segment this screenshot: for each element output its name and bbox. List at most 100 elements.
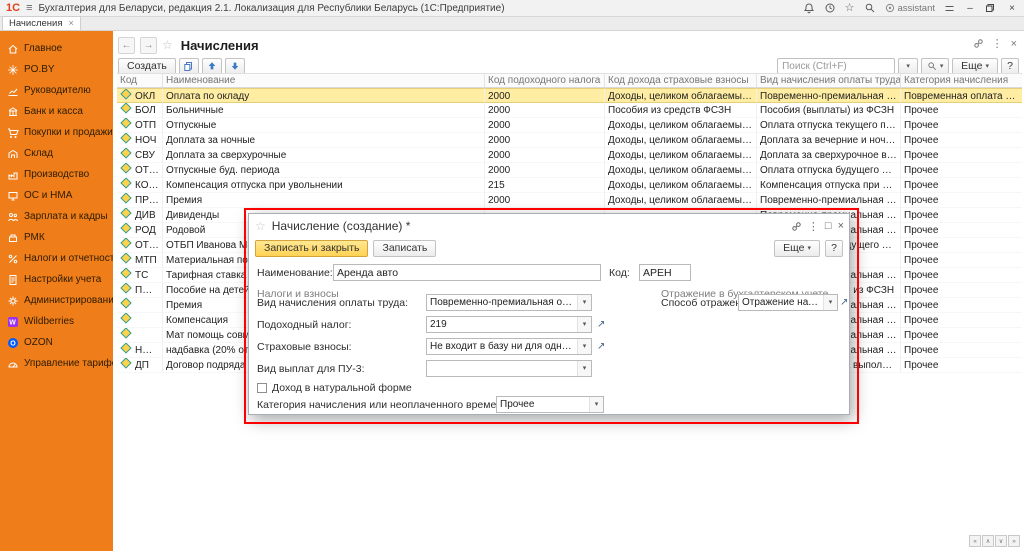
table-row[interactable]: ПРЕМ Премия 2000 Доходы, целиком облагае… [117,193,1022,208]
pu3-combobox[interactable]: ▾ [426,360,592,377]
sidebar-item-upravlenie-tarifom[interactable]: Управление тарифом [0,353,113,374]
nav-last-button[interactable]: » [1008,535,1020,547]
table-row[interactable]: ОТПБ Отпускные буд. периода 2000 Доходы,… [117,163,1022,178]
dialog-close-icon[interactable]: × [838,220,844,232]
sidebar-item-proizvodstvo[interactable]: Производство [0,164,113,185]
insurance-open-icon[interactable]: ↗ [597,341,605,352]
search-button[interactable]: ▾ [921,58,949,75]
sidebar-item-nalogi[interactable]: Налоги и отчетность [0,248,113,269]
snowflake-icon [7,64,19,76]
column-header-category[interactable]: Категория начисления [901,74,1022,87]
dialog-star-icon[interactable]: ☆ [255,219,266,233]
income-tax-combobox[interactable]: 219 ▾ [426,316,592,333]
cell-tax-code: 2000 [485,133,605,148]
assistant-chip[interactable]: assistant [885,3,936,14]
nav-next-button[interactable]: ∨ [995,535,1007,547]
search-input[interactable] [777,58,895,74]
cell-tax-code: 2000 [485,103,605,118]
code-text: КОМП [135,180,163,191]
save-button[interactable]: Записать [373,240,436,257]
cell-insurance: Доходы, целиком облагаемые страховыми вз… [605,178,757,193]
column-header-code[interactable]: Код [117,74,163,87]
inkind-income-checkbox[interactable] [257,383,267,393]
get-link-icon[interactable] [973,38,984,49]
minimize-button[interactable]: – [964,3,976,14]
sidebar-item-wildberries[interactable]: W Wildberries [0,311,113,332]
column-header-insurance[interactable]: Код дохода страховые взносы [605,74,757,87]
nav-prev-button[interactable]: ∧ [982,535,994,547]
reflection-combobox[interactable]: Отражение начислений по умолчанию ▾ [738,294,838,311]
dropdown-icon[interactable]: ▾ [589,397,603,412]
category-field-label: Категория начисления или неоплаченного в… [257,399,511,411]
search-history-dropdown[interactable]: ▾ [898,58,918,75]
category-combobox[interactable]: Прочее ▾ [496,396,604,413]
column-header-kind[interactable]: Вид начисления оплаты труда [757,74,901,87]
column-header-tax-code[interactable]: Код подоходного налога [485,74,605,87]
close-button[interactable]: × [1006,3,1018,14]
move-up-button[interactable] [202,58,222,75]
sidebar-item-label: Производство [24,169,89,180]
save-and-close-button[interactable]: Записать и закрыть [255,240,368,257]
table-row[interactable]: НОЧ Доплата за ночные 2000 Доходы, целик… [117,133,1022,148]
table-row[interactable]: ОКЛ Оплата по окладу 2000 Доходы, целико… [117,88,1022,103]
dropdown-icon[interactable]: ▾ [577,295,591,310]
copy-button[interactable] [179,58,199,75]
restore-button[interactable] [985,3,997,13]
form-close-icon[interactable]: × [1011,38,1017,50]
accrual-create-dialog: ☆ Начисление (создание) * ⋮ □ × Записать… [248,213,850,415]
tab-nachisleniya[interactable]: Начисления × [2,16,81,30]
sidebar-item-ozon[interactable]: O OZON [0,332,113,353]
dropdown-icon[interactable]: ▾ [823,295,837,310]
code-input[interactable] [639,264,691,281]
name-input[interactable] [333,264,601,281]
nav-first-button[interactable]: « [969,535,981,547]
favorite-star-icon[interactable]: ☆ [162,38,173,52]
help-button[interactable]: ? [1001,58,1019,75]
sidebar-item-glavnoe[interactable]: Главное [0,38,113,59]
notifications-bell-icon[interactable] [803,2,815,14]
back-button[interactable]: ← [118,37,135,54]
income-tax-open-icon[interactable]: ↗ [597,319,605,330]
insurance-combobox[interactable]: Не входит в базу ни для одного из отчисл… [426,338,592,355]
dialog-link-icon[interactable] [791,221,802,232]
panels-icon[interactable] [944,3,955,14]
more-kebab-icon[interactable]: ⋮ [992,37,1003,50]
sidebar-item-pokupki-prodazhi[interactable]: Покупки и продажи [0,122,113,143]
sidebar-item-bank-kassa[interactable]: Банк и касса [0,101,113,122]
register-icon [7,232,19,244]
column-header-name[interactable]: Наименование [163,74,485,87]
table-row[interactable]: СВУ Доплата за сверхурочные 2000 Доходы,… [117,148,1022,163]
sidebar-item-sklad[interactable]: Склад [0,143,113,164]
kind-combobox[interactable]: Повременно-премиальная оплата труда ▾ [426,294,592,311]
svg-text:W: W [9,319,16,326]
sidebar-item-administrirovanie[interactable]: Администрирование [0,290,113,311]
dropdown-icon[interactable]: ▾ [577,361,591,376]
create-button[interactable]: Создать [118,58,176,75]
main-menu-icon[interactable]: ≡ [26,2,32,14]
sidebar-item-zarplata-kadry[interactable]: Зарплата и кадры [0,206,113,227]
dialog-more-button[interactable]: Еще ▾ [774,240,820,257]
sidebar-item-nastroyki[interactable]: Настройки учета [0,269,113,290]
table-row[interactable]: КОМП Компенсация отпуска при увольнении … [117,178,1022,193]
table-row[interactable]: БОЛ Больничные 2000 Пособия из средств Ф… [117,103,1022,118]
sidebar-item-rukovoditelyu[interactable]: Руководителю [0,80,113,101]
reflection-open-icon[interactable]: ↗ [840,297,848,308]
move-down-button[interactable] [225,58,245,75]
search-icon[interactable] [864,2,876,14]
more-button[interactable]: Еще ▾ [952,58,998,75]
dialog-maximize-icon[interactable]: □ [825,220,832,232]
forward-button[interactable]: → [140,37,157,54]
table-row[interactable]: ОТП Отпускные 2000 Доходы, целиком облаг… [117,118,1022,133]
sidebar-item-os-nma[interactable]: ОС и НМА [0,185,113,206]
tab-close-icon[interactable]: × [68,17,73,30]
dropdown-icon[interactable]: ▾ [577,317,591,332]
sidebar-item-rmk[interactable]: РМК [0,227,113,248]
dialog-more-kebab-icon[interactable]: ⋮ [808,220,819,233]
sidebar-item-label: ОС и НМА [24,190,72,201]
favorites-star-icon[interactable]: ☆ [845,3,855,14]
dialog-help-button[interactable]: ? [825,240,843,257]
sidebar-item-poby[interactable]: PO.BY [0,59,113,80]
code-text: БОЛ [135,105,156,116]
history-icon[interactable] [824,2,836,14]
dropdown-icon[interactable]: ▾ [577,339,591,354]
